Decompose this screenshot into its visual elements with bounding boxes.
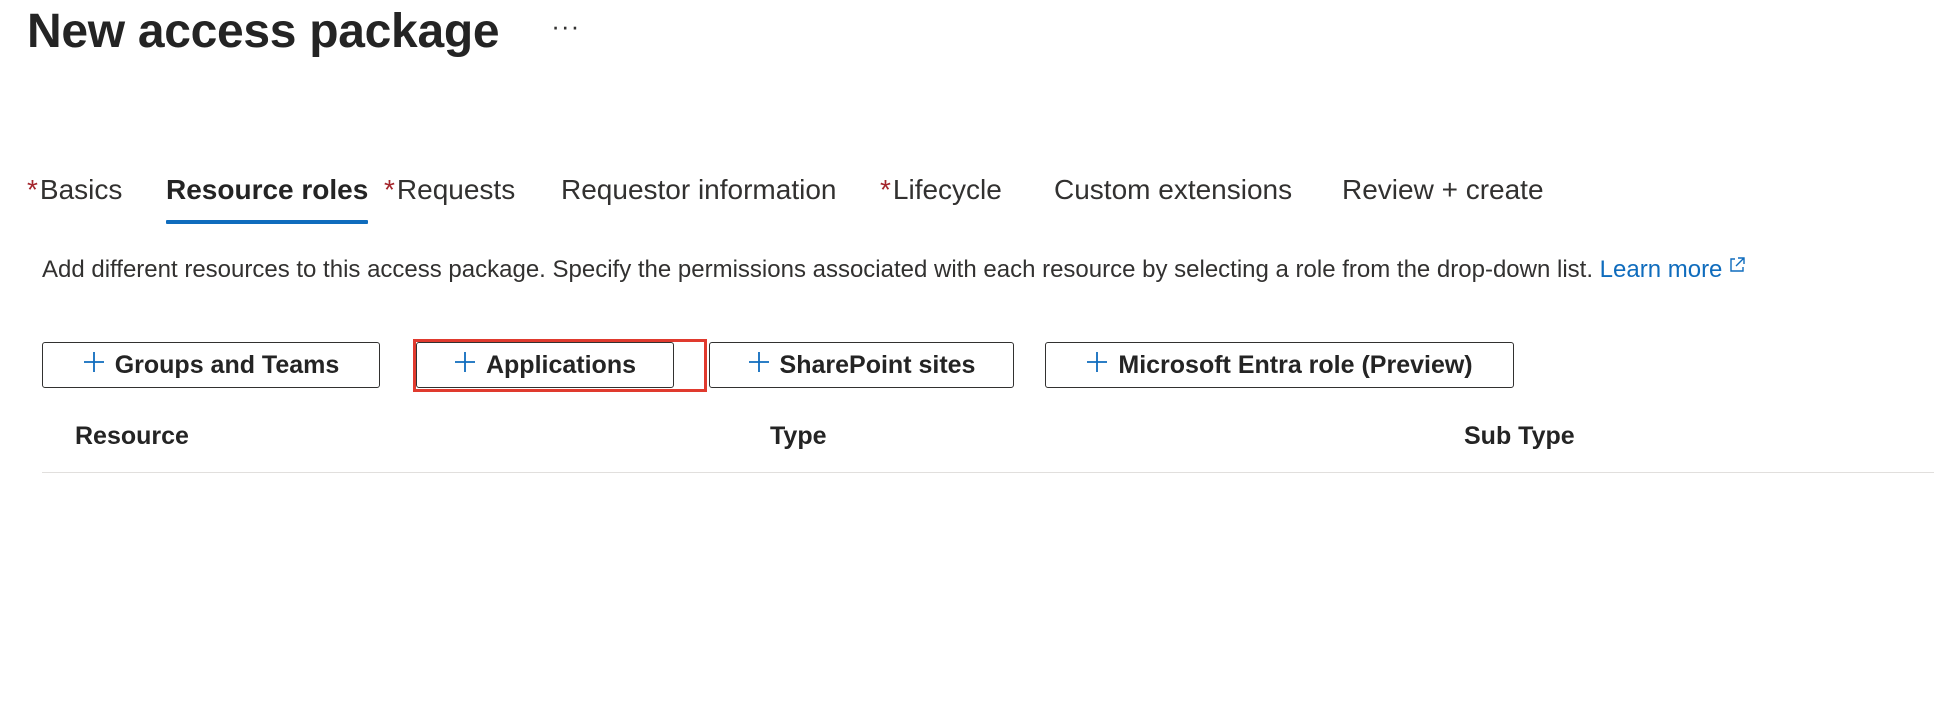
external-link-icon — [1728, 250, 1746, 272]
column-header-resource[interactable]: Resource — [75, 422, 189, 451]
description: Add different resources to this access p… — [42, 250, 1746, 287]
button-label: Applications — [485, 350, 636, 379]
tab-requestor-information[interactable]: Requestor information — [561, 166, 836, 214]
tab-custom-extensions[interactable]: Custom extensions — [1054, 166, 1292, 214]
tab-label: Requestor information — [561, 174, 837, 205]
tab-review-create[interactable]: Review + create — [1342, 166, 1544, 214]
tab-lifecycle[interactable]: *Lifecycle — [880, 166, 1002, 214]
description-text: Add different resources to this access p… — [42, 256, 1593, 283]
page-title: New access package — [27, 5, 500, 58]
add-entra-role-button[interactable]: Microsoft Entra role (Preview) — [1045, 342, 1514, 388]
tab-label: Custom extensions — [1054, 174, 1293, 205]
button-label: Microsoft Entra role (Preview) — [1118, 350, 1473, 379]
more-options-button[interactable]: ··· — [551, 11, 580, 41]
tab-resource-roles[interactable]: Resource roles — [166, 166, 369, 224]
plus-icon — [454, 351, 476, 373]
button-label: Groups and Teams — [114, 350, 340, 379]
table-header: Resource Type Sub Type — [42, 412, 1934, 473]
title-row: New access package ··· — [27, 2, 580, 62]
tab-label: Review + create — [1342, 174, 1544, 205]
column-header-sub-type[interactable]: Sub Type — [1464, 422, 1575, 451]
plus-icon — [1086, 351, 1108, 373]
add-sharepoint-sites-button[interactable]: SharePoint sites — [709, 342, 1014, 388]
page: New access package ··· *Basics Resource … — [0, 0, 1934, 716]
required-marker: * — [384, 174, 395, 205]
learn-more-link[interactable]: Learn more — [1600, 256, 1747, 283]
learn-more-label: Learn more — [1599, 256, 1723, 283]
column-header-type[interactable]: Type — [770, 422, 827, 451]
add-applications-button[interactable]: Applications — [416, 342, 674, 388]
tab-label: Resource roles — [166, 174, 369, 205]
required-marker: * — [27, 174, 38, 205]
tab-requests[interactable]: *Requests — [384, 166, 515, 214]
plus-icon — [748, 351, 770, 373]
tab-label: Lifecycle — [892, 174, 1002, 205]
button-label: SharePoint sites — [779, 350, 976, 379]
plus-icon — [83, 351, 105, 373]
add-groups-and-teams-button[interactable]: Groups and Teams — [42, 342, 380, 388]
required-marker: * — [880, 174, 891, 205]
tab-label: Basics — [39, 174, 123, 205]
tab-label: Requests — [396, 174, 516, 205]
tab-basics[interactable]: *Basics — [27, 166, 122, 214]
